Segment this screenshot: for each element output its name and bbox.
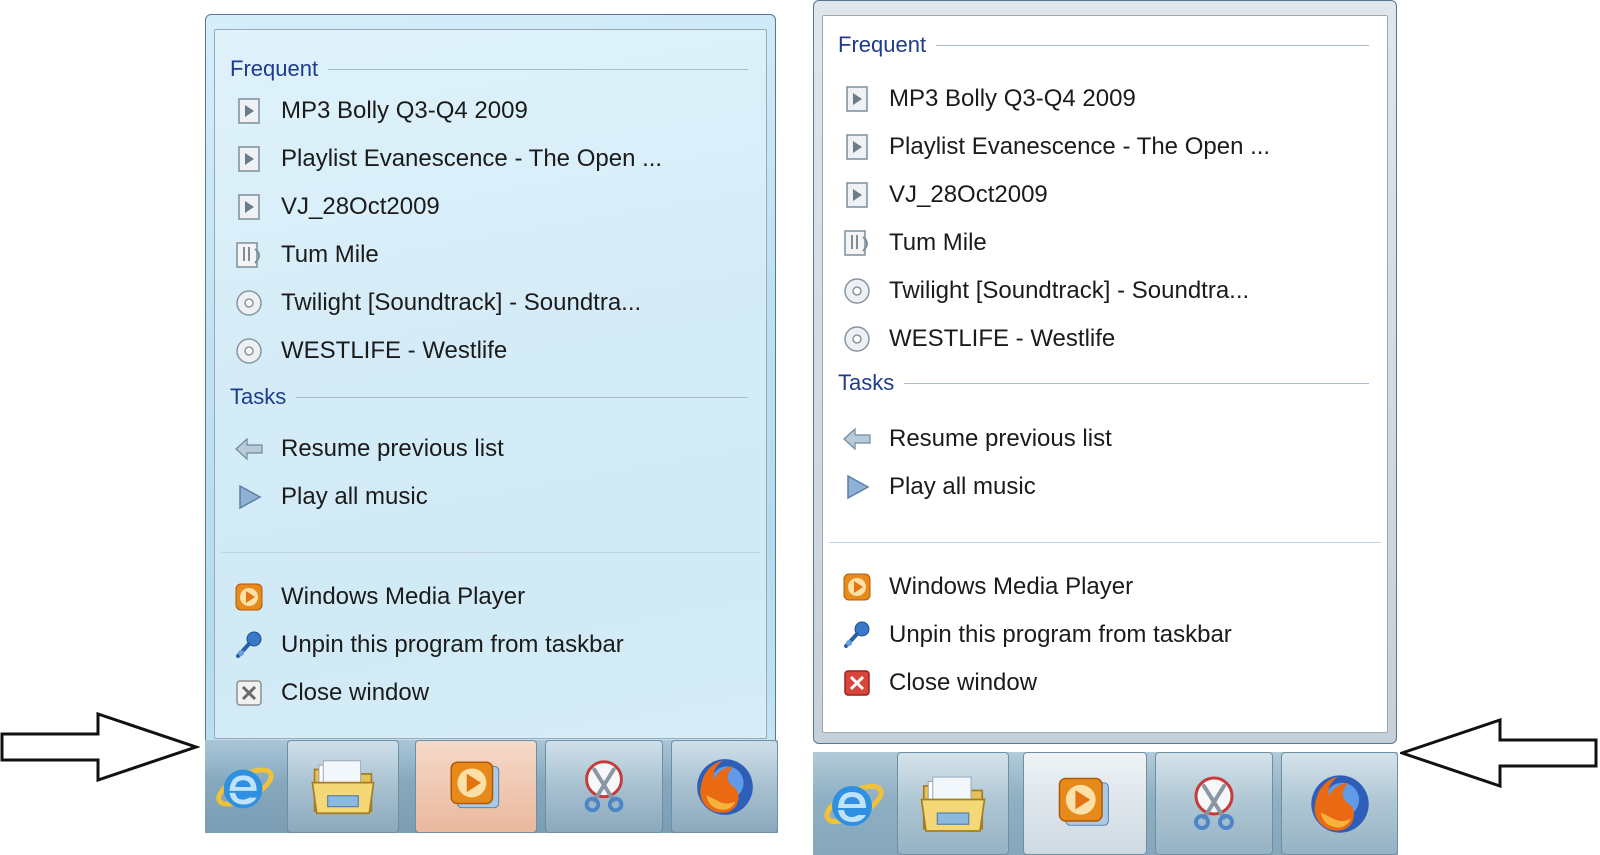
- cd-icon: [841, 275, 873, 307]
- playlist-icon: [841, 179, 873, 211]
- jumplist-item-frequent[interactable]: Twilight [Soundtrack] - Soundtra...: [233, 282, 748, 324]
- playlist-icon: [841, 131, 873, 163]
- jumplist-program-windows-media-player[interactable]: Windows Media Player: [841, 566, 1369, 608]
- close-window-icon: [233, 677, 265, 709]
- folder-icon: [917, 768, 989, 840]
- media-player-icon: [443, 754, 509, 820]
- jumplist-item-frequent[interactable]: MP3 Bolly Q3-Q4 2009: [841, 78, 1369, 120]
- jumplist-task-resume-previous-list[interactable]: Resume previous list: [233, 428, 748, 470]
- back-arrow-icon: [841, 423, 873, 455]
- section-title-frequent: Frequent: [838, 30, 1369, 60]
- jumplist-item-frequent[interactable]: WESTLIFE - Westlife: [841, 318, 1369, 360]
- jumplist-program-windows-media-player[interactable]: Windows Media Player: [233, 576, 748, 618]
- jumplist-screenshot-aero: Frequent MP3 Bolly Q3-Q4 2009 Playlist E…: [205, 0, 778, 833]
- taskbar-button-firefox[interactable]: [1281, 752, 1398, 855]
- scissors-icon: [573, 756, 635, 818]
- taskbar-button-windows-explorer[interactable]: [287, 740, 399, 833]
- jumplist-program-unpin[interactable]: Unpin this program from taskbar: [841, 614, 1369, 656]
- jumplist-program-close-window[interactable]: Close window: [233, 672, 748, 714]
- playlist-icon: [233, 191, 265, 223]
- jumplist-item-frequent[interactable]: VJ_28Oct2009: [233, 186, 748, 228]
- play-icon: [233, 481, 265, 513]
- jumplist-panel: Frequent MP3 Bolly Q3-Q4 2009 Playlist E…: [813, 0, 1397, 744]
- annotation-arrow-left-icon: [1400, 718, 1598, 788]
- playlist-icon: [841, 83, 873, 115]
- cd-icon: [233, 287, 265, 319]
- play-icon: [841, 471, 873, 503]
- jumplist-panel: Frequent MP3 Bolly Q3-Q4 2009 Playlist E…: [205, 14, 776, 750]
- back-arrow-icon: [233, 433, 265, 465]
- internet-explorer-icon: [214, 756, 276, 818]
- jumplist-item-frequent[interactable]: Twilight [Soundtrack] - Soundtra...: [841, 270, 1369, 312]
- jumplist-inner: Frequent MP3 Bolly Q3-Q4 2009 Playlist E…: [822, 15, 1388, 733]
- taskbar-button-internet-explorer[interactable]: [205, 740, 285, 833]
- jumplist-item-frequent[interactable]: Playlist Evanescence - The Open ...: [233, 138, 748, 180]
- playlist-icon: [233, 143, 265, 175]
- jumplist-program-close-window[interactable]: Close window: [841, 662, 1369, 704]
- taskbar-button-snipping-tool[interactable]: [545, 740, 663, 833]
- jumplist-divider: [221, 552, 760, 553]
- taskbar-button-snipping-tool[interactable]: [1155, 752, 1273, 855]
- jumplist-task-play-all-music[interactable]: Play all music: [841, 466, 1369, 508]
- jumplist-item-frequent[interactable]: WESTLIFE - Westlife: [233, 330, 748, 372]
- taskbar-button-windows-media-player[interactable]: [415, 740, 537, 833]
- jumplist-item-frequent[interactable]: Tum Mile: [841, 222, 1369, 264]
- scissors-icon: [1182, 772, 1246, 836]
- taskbar: [813, 752, 1398, 855]
- section-title-tasks: Tasks: [230, 382, 748, 412]
- jumplist-program-unpin[interactable]: Unpin this program from taskbar: [233, 624, 748, 666]
- taskbar-button-firefox[interactable]: [671, 740, 778, 833]
- firefox-icon: [1306, 770, 1374, 838]
- taskbar-button-windows-media-player[interactable]: [1023, 752, 1147, 855]
- jumplist-inner: Frequent MP3 Bolly Q3-Q4 2009 Playlist E…: [214, 29, 767, 739]
- playlist-icon: [233, 95, 265, 127]
- media-player-icon: [1051, 770, 1119, 838]
- media-player-icon: [233, 581, 265, 613]
- jumplist-task-resume-previous-list[interactable]: Resume previous list: [841, 418, 1369, 460]
- taskbar-button-windows-explorer[interactable]: [897, 752, 1009, 855]
- close-window-icon: [841, 667, 873, 699]
- media-player-icon: [841, 571, 873, 603]
- cd-icon: [233, 335, 265, 367]
- jumplist-task-play-all-music[interactable]: Play all music: [233, 476, 748, 518]
- taskbar: [205, 740, 778, 833]
- taskbar-button-internet-explorer[interactable]: [813, 752, 895, 855]
- unpin-icon: [233, 629, 265, 661]
- music-file-icon: [841, 227, 873, 259]
- firefox-icon: [692, 754, 758, 820]
- jumplist-divider: [829, 542, 1381, 543]
- jumplist-item-frequent[interactable]: Playlist Evanescence - The Open ...: [841, 126, 1369, 168]
- unpin-icon: [841, 619, 873, 651]
- jumplist-item-frequent[interactable]: MP3 Bolly Q3-Q4 2009: [233, 90, 748, 132]
- jumplist-item-frequent[interactable]: Tum Mile: [233, 234, 748, 276]
- section-title-tasks: Tasks: [838, 368, 1369, 398]
- jumplist-item-frequent[interactable]: VJ_28Oct2009: [841, 174, 1369, 216]
- section-title-frequent: Frequent: [230, 54, 748, 84]
- jumplist-screenshot-opaque: Frequent MP3 Bolly Q3-Q4 2009 Playlist E…: [813, 0, 1398, 855]
- annotation-arrow-right-icon: [0, 712, 200, 782]
- cd-icon: [841, 323, 873, 355]
- internet-explorer-icon: [822, 772, 886, 836]
- music-file-icon: [233, 239, 265, 271]
- folder-icon: [308, 752, 378, 822]
